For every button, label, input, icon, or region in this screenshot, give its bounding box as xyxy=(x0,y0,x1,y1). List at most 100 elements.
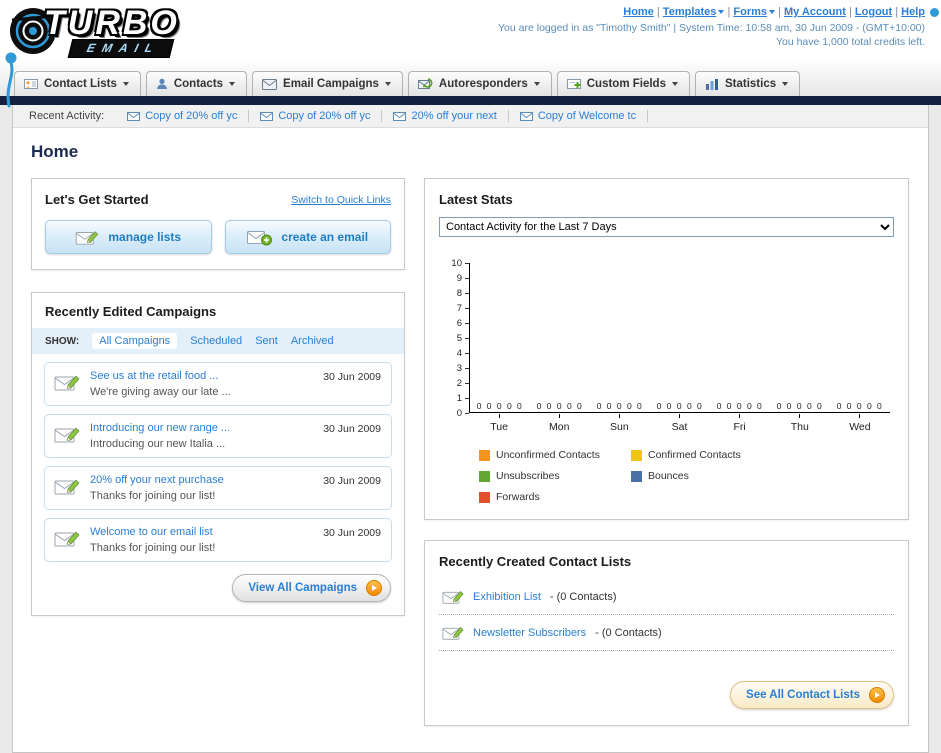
nav-link-logout[interactable]: Logout xyxy=(855,6,892,18)
switch-quick-links-link[interactable]: Switch to Quick Links xyxy=(291,194,391,206)
tab-autoresponders[interactable]: Autoresponders xyxy=(407,71,552,96)
activity-item[interactable]: Copy of 20% off yc xyxy=(116,110,250,122)
chart-value-group: 0 0 0 0 0 xyxy=(776,401,824,411)
chart-value-group: 0 0 0 0 0 xyxy=(836,401,884,411)
nav-link-forms[interactable]: Forms xyxy=(733,6,767,18)
contact-activity-chart: 10 9 8 7 6 5 4 3 2 1 0 0 0 0 0 0 0 0 0 0 0 0 0 0 0 0… xyxy=(445,258,890,503)
pencil-envelope-icon xyxy=(54,531,80,547)
activity-link[interactable]: 20% off your next xyxy=(411,110,496,122)
legend-item: Bounces xyxy=(631,470,783,482)
campaign-list-item[interactable]: 20% off your next purchase Thanks for jo… xyxy=(44,466,392,510)
envelope-icon xyxy=(127,111,141,121)
legend-swatch-icon xyxy=(631,470,642,482)
x-axis-label: Mon xyxy=(529,413,589,433)
activity-link[interactable]: Copy of 20% off yc xyxy=(145,110,237,122)
tab-contact-lists[interactable]: Contact Lists xyxy=(14,71,141,96)
nav-separator: | xyxy=(848,6,852,18)
recent-campaigns-panel: Recently Edited Campaigns SHOW: All Camp… xyxy=(31,292,405,616)
logo-swoosh-decoration xyxy=(5,52,17,108)
filter-sent[interactable]: Sent xyxy=(255,335,278,347)
tab-custom-fields[interactable]: Custom Fields xyxy=(556,71,690,96)
chart-groups: 0 0 0 0 0 0 0 0 0 0 0 0 0 0 0 0 0 0 0 0 0 0 … xyxy=(470,401,890,412)
nav-link-help[interactable]: Help xyxy=(901,6,925,18)
chart-value-group: 0 0 0 0 0 xyxy=(596,401,644,411)
contact-list-row[interactable]: Newsletter Subscribers - (0 Contacts) xyxy=(439,615,894,651)
see-all-contact-lists-button[interactable]: See All Contact Lists xyxy=(730,681,894,709)
campaign-list-item[interactable]: Welcome to our email list Thanks for joi… xyxy=(44,518,392,562)
nav-link-home[interactable]: Home xyxy=(623,6,654,18)
chevron-down-icon xyxy=(671,82,678,86)
manage-lists-label: manage lists xyxy=(108,230,182,244)
activity-item[interactable]: 20% off your next xyxy=(382,110,509,122)
chart-value-group: 0 0 0 0 0 xyxy=(656,401,704,411)
legend-swatch-icon xyxy=(631,449,642,461)
campaign-subtitle: Thanks for joining our list! xyxy=(90,490,216,502)
tab-label: Custom Fields xyxy=(586,78,666,90)
app-logo: TURBO EMAIL xyxy=(8,4,180,58)
view-all-campaigns-button[interactable]: View All Campaigns xyxy=(232,574,391,602)
activity-item[interactable]: Copy of Welcome tc xyxy=(509,110,649,122)
legend-label: Forwards xyxy=(496,491,540,503)
pencil-envelope-icon xyxy=(54,479,80,495)
campaign-subtitle: Introducing our new Italia ... xyxy=(90,438,226,450)
header-right: Home | Templates | Forms | My Account | … xyxy=(498,6,925,48)
activity-link[interactable]: Copy of Welcome tc xyxy=(538,110,636,122)
latest-stats-title: Latest Stats xyxy=(439,192,513,207)
contact-list-link[interactable]: Exhibition List xyxy=(473,591,541,603)
chevron-down-icon xyxy=(718,10,725,15)
contact-list-row[interactable]: Exhibition List - (0 Contacts) xyxy=(439,579,894,615)
x-axis-label: Wed xyxy=(830,413,890,433)
left-column: Let's Get Started Switch to Quick Links … xyxy=(31,178,405,616)
chevron-down-icon xyxy=(229,82,236,86)
campaigns-panel-title: Recently Edited Campaigns xyxy=(45,304,217,319)
tab-label: Contacts xyxy=(173,78,224,90)
page-frame: Recent Activity: Copy of 20% off yc Copy… xyxy=(12,105,929,753)
recent-activity-label: Recent Activity: xyxy=(29,110,105,122)
x-axis-label: Tue xyxy=(469,413,529,433)
filter-all-campaigns[interactable]: All Campaigns xyxy=(92,333,178,349)
contact-list-count: - (0 Contacts) xyxy=(549,590,617,603)
chart-y-axis: 10 9 8 7 6 5 4 3 2 1 0 xyxy=(445,258,469,419)
nav-separator: | xyxy=(727,6,731,18)
legend-label: Unsubscribes xyxy=(496,470,560,482)
tab-contacts[interactable]: Contacts xyxy=(145,71,248,96)
nav-link-templates[interactable]: Templates xyxy=(663,6,717,18)
legend-swatch-icon xyxy=(479,449,490,461)
x-axis-label: Fri xyxy=(710,413,770,433)
stats-activity-select[interactable]: Contact Activity for the Last 7 Days xyxy=(439,217,894,237)
legend-swatch-icon xyxy=(479,491,490,503)
tab-label: Autoresponders xyxy=(438,78,528,90)
filter-archived[interactable]: Archived xyxy=(291,335,334,347)
campaign-filter-bar: SHOW: All Campaigns Scheduled Sent Archi… xyxy=(32,328,404,354)
filter-scheduled[interactable]: Scheduled xyxy=(190,335,242,347)
campaign-date: 30 Jun 2009 xyxy=(323,423,381,435)
campaign-list-item[interactable]: See us at the retail food ... We're givi… xyxy=(44,362,392,406)
campaign-title-link[interactable]: See us at the retail food ... xyxy=(90,370,231,382)
campaign-title-link[interactable]: 20% off your next purchase xyxy=(90,474,224,486)
chart-plot-area: 0 0 0 0 0 0 0 0 0 0 0 0 0 0 0 0 0 0 0 0 0 0 … xyxy=(469,263,890,413)
legend-swatch-icon xyxy=(479,470,490,482)
contact-list-count: - (0 Contacts) xyxy=(595,626,662,639)
campaign-title-link[interactable]: Welcome to our email list xyxy=(90,526,215,538)
logo-subtitle: EMAIL xyxy=(67,39,175,58)
nav-separator: | xyxy=(895,6,899,18)
tab-email-campaigns[interactable]: Email Campaigns xyxy=(252,71,403,96)
contact-list-link[interactable]: Newsletter Subscribers xyxy=(473,627,586,639)
create-email-button[interactable]: create an email xyxy=(224,220,391,254)
x-axis-label: Thu xyxy=(770,413,830,433)
nav-separator: | xyxy=(656,6,660,18)
legend-item: Confirmed Contacts xyxy=(631,449,783,461)
campaign-subtitle: We're giving away our late ... xyxy=(90,386,231,398)
tab-label: Statistics xyxy=(724,78,777,90)
login-info: You are logged in as "Timothy Smith" | S… xyxy=(498,22,925,34)
manage-lists-button[interactable]: manage lists xyxy=(45,220,212,254)
campaign-title-link[interactable]: Introducing our new range ... xyxy=(90,422,230,434)
legend-label: Unconfirmed Contacts xyxy=(496,449,600,461)
activity-item[interactable]: Copy of 20% off yc xyxy=(249,110,383,122)
arrow-right-icon xyxy=(366,580,382,596)
tab-statistics[interactable]: Statistics xyxy=(694,71,801,96)
nav-link-my-account[interactable]: My Account xyxy=(784,6,846,18)
campaign-list-item[interactable]: Introducing our new range ... Introducin… xyxy=(44,414,392,458)
decorative-dot xyxy=(930,8,939,17)
activity-link[interactable]: Copy of 20% off yc xyxy=(278,110,370,122)
